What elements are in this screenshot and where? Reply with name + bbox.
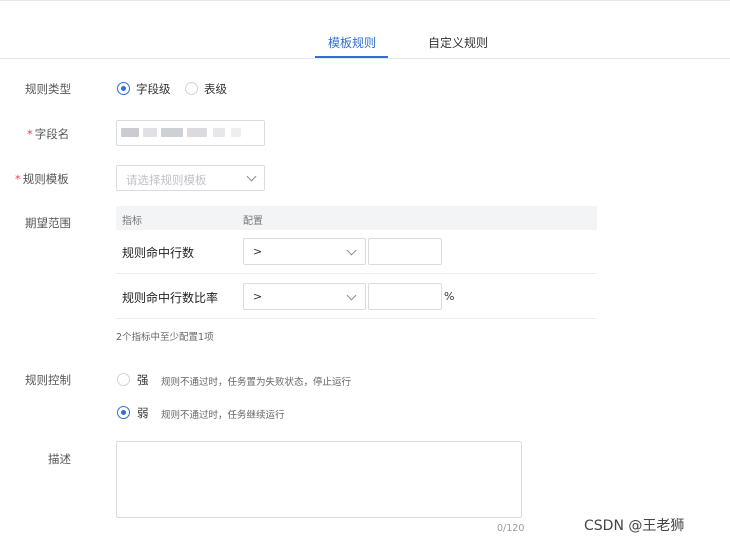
csdn-watermark: CSDN @王老狮 (584, 518, 685, 534)
blurred-text (231, 128, 241, 137)
field-name-label: * 字段名 (27, 126, 69, 142)
field-name-input[interactable] (116, 120, 265, 146)
description-label: 描述 (48, 452, 71, 466)
rule-tabs: 模板规则 自定义规则 (0, 24, 730, 59)
rule-template-placeholder: 请选择规则模板 (126, 173, 207, 187)
operator-select-hit-ratio[interactable]: > (243, 283, 366, 310)
operator-value: > (253, 290, 263, 303)
percent-unit: % (444, 290, 455, 303)
field-name-label-text: 字段名 (34, 127, 70, 141)
config-column-header: 配置 (243, 216, 263, 227)
rule-type-label: 规则类型 (25, 82, 71, 96)
rule-control-strong-desc: 规则不通过时，任务置为失败状态，停止运行 (161, 377, 352, 388)
operator-value: > (253, 245, 263, 258)
rule-control-weak-radio[interactable] (117, 406, 130, 419)
rule-type-field-label[interactable]: 字段级 (136, 81, 171, 97)
tab-custom-rules[interactable]: 自定义规则 (428, 34, 488, 51)
metric-name-hit-rows: 规则命中行数 (122, 246, 195, 260)
chevron-down-icon (346, 290, 357, 301)
rule-type-field-radio[interactable] (117, 82, 130, 95)
rule-template-label-text: 规则模板 (22, 172, 69, 186)
rule-template-select[interactable]: 请选择规则模板 (116, 165, 265, 191)
required-mark: * (15, 172, 21, 186)
description-textarea[interactable] (116, 441, 522, 518)
active-tab-indicator (315, 56, 388, 58)
metric-name-hit-ratio: 规则命中行数比率 (122, 291, 219, 305)
tab-template-rules[interactable]: 模板规则 (328, 34, 376, 51)
blurred-text (121, 128, 139, 137)
chevron-down-icon (246, 171, 257, 182)
operator-select-hit-rows[interactable]: > (243, 238, 366, 265)
rule-control-label: 规则控制 (25, 373, 71, 387)
metric-table-header: 指标 配置 (116, 206, 597, 230)
blurred-text (187, 128, 207, 137)
rule-control-strong-radio[interactable] (117, 373, 130, 386)
value-input-hit-rows[interactable] (368, 238, 442, 265)
top-border (0, 0, 730, 1)
description-char-counter: 0/120 (497, 523, 525, 534)
blurred-text (213, 128, 225, 137)
rule-control-strong-label[interactable]: 强 (137, 372, 149, 388)
rule-control-weak-label[interactable]: 弱 (137, 405, 149, 421)
rule-control-weak-desc: 规则不通过时，任务继续运行 (161, 410, 285, 421)
rule-type-table-radio[interactable] (185, 82, 198, 95)
metric-hint: 2个指标中至少配置1项 (116, 332, 214, 343)
metric-column-header: 指标 (122, 216, 142, 227)
chevron-down-icon (346, 245, 357, 256)
blurred-text (143, 128, 157, 137)
required-mark: * (27, 127, 33, 141)
value-input-hit-ratio[interactable] (368, 283, 442, 310)
row-divider (116, 318, 597, 319)
blurred-text (161, 128, 183, 137)
rule-template-label: * 规则模板 (15, 171, 69, 187)
row-divider (116, 273, 597, 274)
expected-range-label: 期望范围 (25, 216, 71, 230)
rule-type-table-label[interactable]: 表级 (204, 81, 227, 97)
